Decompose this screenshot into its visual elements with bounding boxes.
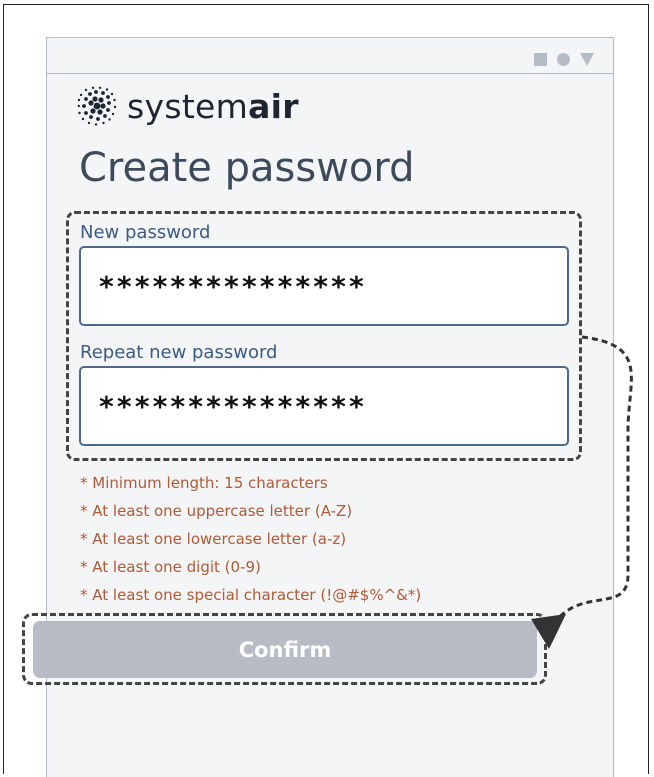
repeat-password-input[interactable]: *************** — [79, 366, 569, 446]
requirement-digit: * At least one digit (0-9) — [80, 558, 261, 576]
requirement-lowercase: * At least one lowercase letter (a-z) — [80, 530, 347, 548]
new-password-label: New password — [80, 222, 211, 243]
requirement-special-char: * At least one special character (!@#$%^… — [80, 586, 422, 604]
brand-logo-text: systemair — [127, 90, 299, 123]
requirement-min-length: * Minimum length: 15 characters — [80, 474, 328, 492]
new-password-input[interactable]: *************** — [79, 246, 569, 326]
square-icon — [534, 53, 547, 66]
logo-text-regular: system — [127, 87, 249, 126]
new-password-value: *************** — [98, 270, 366, 303]
repeat-password-label: Repeat new password — [80, 342, 278, 363]
triangle-down-icon — [580, 53, 594, 66]
page-title: Create password — [79, 145, 415, 191]
circle-icon — [557, 53, 570, 66]
confirm-button[interactable]: Confirm — [33, 621, 537, 678]
repeat-password-value: *************** — [98, 390, 366, 423]
status-bar — [47, 38, 613, 74]
logo-text-bold: air — [248, 87, 299, 126]
systemair-logo-icon — [77, 86, 117, 126]
requirement-uppercase: * At least one uppercase letter (A-Z) — [80, 502, 353, 520]
